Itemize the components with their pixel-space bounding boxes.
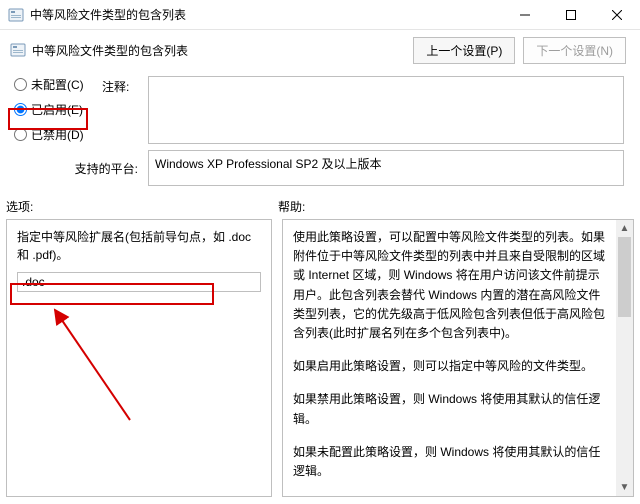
setting-title: 中等风险文件类型的包含列表	[32, 42, 413, 59]
scroll-thumb[interactable]	[618, 237, 631, 317]
nav-buttons: 上一个设置(P) 下一个设置(N)	[413, 37, 626, 64]
previous-setting-button[interactable]: 上一个设置(P)	[413, 37, 515, 64]
extensions-input[interactable]	[17, 272, 261, 292]
radio-not-configured[interactable]: 未配置(C)	[14, 76, 102, 93]
panels: 指定中等风险扩展名(包括前导句点，如 .doc 和 .pdf)。 使用此策略设置…	[0, 219, 640, 503]
app-icon	[8, 7, 24, 23]
state-radio-group: 未配置(C) 已启用(E) 已禁用(D)	[14, 76, 102, 143]
radio-disabled-input[interactable]	[14, 128, 27, 141]
options-label: 选项:	[6, 198, 278, 215]
help-panel: 使用此策略设置，可以配置中等风险文件类型的列表。如果附件位于中等风险文件类型的列…	[282, 219, 634, 497]
title-bar: 中等风险文件类型的包含列表	[0, 0, 640, 30]
radio-enabled[interactable]: 已启用(E)	[14, 101, 102, 118]
comment-label: 注释:	[102, 76, 148, 95]
help-paragraph-1: 使用此策略设置，可以配置中等风险文件类型的列表。如果附件位于中等风险文件类型的列…	[293, 228, 607, 343]
radio-enabled-label: 已启用(E)	[31, 101, 83, 118]
maximize-button[interactable]	[548, 0, 594, 29]
radio-not-configured-input[interactable]	[14, 78, 27, 91]
minimize-button[interactable]	[502, 0, 548, 29]
help-label: 帮助:	[278, 198, 630, 215]
next-setting-button[interactable]: 下一个设置(N)	[523, 37, 626, 64]
close-button[interactable]	[594, 0, 640, 29]
radio-disabled-label: 已禁用(D)	[31, 126, 84, 143]
radio-disabled[interactable]: 已禁用(D)	[14, 126, 102, 143]
options-panel: 指定中等风险扩展名(包括前导句点，如 .doc 和 .pdf)。	[6, 219, 272, 497]
help-paragraph-3: 如果禁用此策略设置，则 Windows 将使用其默认的信任逻辑。	[293, 390, 607, 428]
help-scrollbar[interactable]: ▲ ▼	[616, 220, 633, 496]
extensions-description: 指定中等风险扩展名(包括前导句点，如 .doc 和 .pdf)。	[17, 228, 261, 264]
policy-icon	[10, 42, 26, 58]
window-title: 中等风险文件类型的包含列表	[30, 6, 502, 23]
help-paragraph-4: 如果未配置此策略设置，则 Windows 将使用其默认的信任逻辑。	[293, 443, 607, 481]
supported-on-label: 支持的平台:	[14, 160, 148, 177]
config-section: 未配置(C) 已启用(E) 已禁用(D) 注释: 支持的平台: Windows …	[0, 70, 640, 188]
radio-enabled-input[interactable]	[14, 103, 27, 116]
scroll-down-arrow[interactable]: ▼	[616, 479, 633, 496]
comment-textarea[interactable]	[148, 76, 624, 144]
supported-on-value: Windows XP Professional SP2 及以上版本	[148, 150, 624, 186]
help-paragraph-2: 如果启用此策略设置，则可以指定中等风险的文件类型。	[293, 357, 607, 376]
scroll-up-arrow[interactable]: ▲	[616, 220, 633, 237]
sub-header: 中等风险文件类型的包含列表 上一个设置(P) 下一个设置(N)	[0, 30, 640, 70]
section-labels: 选项: 帮助:	[0, 194, 640, 219]
window-controls	[502, 0, 640, 29]
radio-not-configured-label: 未配置(C)	[31, 76, 84, 93]
